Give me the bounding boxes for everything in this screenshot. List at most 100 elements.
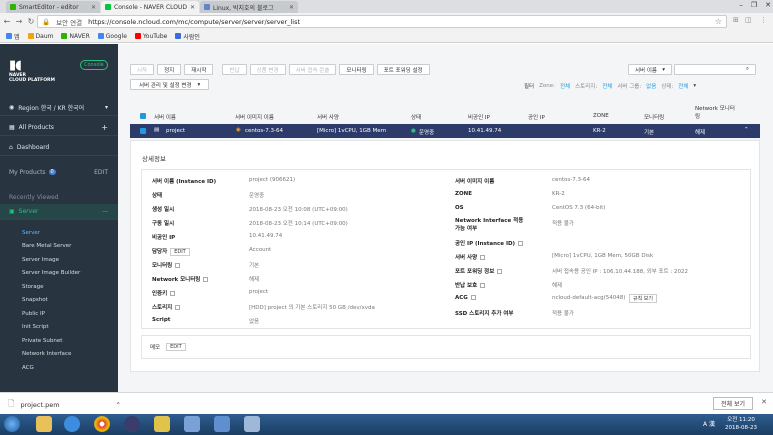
filter-group-value[interactable]: 없음 bbox=[646, 82, 656, 90]
close-icon[interactable]: ✕ bbox=[286, 4, 294, 11]
all-products[interactable]: ▦ All Products + bbox=[0, 120, 118, 136]
col-private-ip[interactable]: 비공인 IP bbox=[468, 113, 490, 121]
extension-icon[interactable]: ◫ bbox=[745, 16, 752, 24]
menu-icon[interactable]: ⋮ bbox=[760, 16, 767, 24]
bookmark-daum[interactable]: Daum bbox=[27, 33, 53, 40]
sidebar-item-server[interactable]: Server bbox=[22, 230, 40, 236]
col-status[interactable]: 상태 bbox=[411, 113, 421, 121]
row-checkbox[interactable] bbox=[140, 128, 146, 134]
bookmark-google[interactable]: Google bbox=[97, 33, 127, 40]
bookmark-saramin[interactable]: 사람인 bbox=[175, 32, 200, 41]
forward-icon[interactable]: → bbox=[14, 17, 24, 26]
dashboard-label: Dashboard bbox=[16, 144, 50, 151]
bookmark-naver[interactable]: NAVER bbox=[61, 33, 90, 40]
sidebar-item-acg[interactable]: ACG bbox=[22, 365, 34, 371]
sidebar-item-private-subnet[interactable]: Private Subnet bbox=[22, 338, 62, 344]
start-button-icon[interactable] bbox=[4, 416, 20, 432]
sidebar-item-server-section[interactable]: ▣ Server — bbox=[0, 204, 118, 220]
server-console-button[interactable]: 서버 접속 콘솔 bbox=[288, 64, 337, 75]
chrome-icon[interactable] bbox=[94, 416, 110, 432]
search-input[interactable]: ⌕ bbox=[674, 64, 756, 75]
ime-indicator[interactable]: A 漢 bbox=[703, 419, 715, 428]
col-spec[interactable]: 서버 사양 bbox=[317, 113, 339, 121]
stop-button[interactable]: 정지 bbox=[157, 64, 182, 75]
memo-edit-button[interactable]: EDIT bbox=[166, 343, 186, 351]
tab-smarteditor[interactable]: SmartEditor - editor ✕ bbox=[6, 1, 100, 13]
chevron-up-icon[interactable]: ⌃ bbox=[744, 127, 749, 133]
ie-icon[interactable] bbox=[64, 416, 80, 432]
sidebar-item-network-interface[interactable]: Network Interface bbox=[22, 351, 71, 357]
app-icon[interactable] bbox=[214, 416, 230, 432]
col-monitoring[interactable]: 모니터링 bbox=[644, 113, 664, 121]
back-icon[interactable]: ← bbox=[2, 17, 12, 26]
bookmark-star-icon[interactable]: ☆ bbox=[715, 17, 722, 26]
settings-icon[interactable] bbox=[497, 269, 503, 274]
settings-icon[interactable] bbox=[480, 255, 486, 260]
owner-edit-button[interactable]: EDIT bbox=[170, 248, 190, 256]
sidebar-item-init-script[interactable]: Init Script bbox=[22, 324, 49, 330]
settings-icon[interactable] bbox=[470, 295, 476, 300]
monitoring-button[interactable]: 모니터링 bbox=[339, 64, 374, 75]
settings-icon[interactable] bbox=[480, 283, 486, 288]
change-product-button[interactable]: 상품 변경 bbox=[249, 64, 286, 75]
sidebar-item-public-ip[interactable]: Public IP bbox=[22, 311, 45, 317]
tab-blog[interactable]: Linux, 박지호의 블로그 ✕ bbox=[200, 1, 298, 13]
col-image-name[interactable]: 서버 이미지 이름 bbox=[235, 113, 274, 121]
close-icon[interactable]: ✕ bbox=[88, 4, 96, 11]
start-button[interactable]: 시작 bbox=[130, 64, 155, 75]
sidebar-item-server-image[interactable]: Server Image bbox=[22, 257, 59, 263]
ncloud-logo[interactable]: ▮◖ NAVER CLOUD PLATFORM bbox=[9, 58, 55, 83]
restart-button[interactable]: 재시작 bbox=[184, 64, 214, 75]
port-forwarding-button[interactable]: 포트 포워딩 설정 bbox=[376, 64, 430, 75]
col-public-ip[interactable]: 공인 IP bbox=[528, 113, 545, 121]
sidebar-item-storage[interactable]: Storage bbox=[22, 284, 44, 290]
filter-status-value[interactable]: 전체 bbox=[678, 82, 688, 90]
sidebar-item-bare-metal-server[interactable]: Bare Metal Server bbox=[22, 243, 71, 249]
explorer-icon[interactable] bbox=[36, 416, 52, 432]
filter-zone-value[interactable]: 전체 bbox=[560, 82, 570, 90]
sidebar-item-snapshot[interactable]: Snapshot bbox=[22, 297, 48, 303]
bookmark-youtube[interactable]: YouTube bbox=[134, 33, 167, 40]
select-all-checkbox[interactable] bbox=[140, 113, 146, 119]
caret-down-icon[interactable]: ▾ bbox=[693, 83, 696, 89]
system-clock[interactable]: 오전 11:20 2018-08-23 bbox=[725, 416, 757, 432]
return-button[interactable]: 반납 bbox=[222, 64, 247, 75]
my-products[interactable]: My Products 0 EDIT bbox=[0, 164, 118, 180]
bookmark-apps[interactable]: 앱 bbox=[6, 32, 20, 41]
col-zone[interactable]: ZONE bbox=[593, 113, 609, 119]
close-icon[interactable]: ✕ bbox=[761, 398, 767, 406]
reload-icon[interactable]: ↻ bbox=[26, 17, 36, 26]
extension-icon[interactable]: ⊞ bbox=[733, 16, 739, 24]
filter-label[interactable]: 필터 bbox=[524, 82, 534, 90]
show-all-downloads-button[interactable]: 전체 보기 bbox=[713, 397, 753, 410]
col-net-monitoring[interactable]: Network 모니터링 bbox=[695, 105, 735, 121]
app-icon[interactable] bbox=[184, 416, 200, 432]
settings-icon[interactable] bbox=[203, 277, 209, 282]
settings-icon[interactable] bbox=[518, 241, 524, 246]
app-icon[interactable] bbox=[154, 416, 170, 432]
tab-console[interactable]: Console - NAVER CLOUD ✕ bbox=[101, 1, 199, 13]
settings-icon[interactable] bbox=[170, 291, 176, 296]
settings-icon[interactable] bbox=[175, 305, 181, 310]
app-icon[interactable] bbox=[244, 416, 260, 432]
sidebar-item-server-image-builder[interactable]: Server Image Builder bbox=[22, 270, 80, 276]
minimize-icon[interactable]: – bbox=[739, 1, 743, 9]
url-bar[interactable]: 🔒 보안 연결 https://console.ncloud.com/mc/co… bbox=[37, 15, 727, 28]
dashboard-link[interactable]: ⌂ Dashboard bbox=[0, 140, 118, 156]
close-icon[interactable]: ✕ bbox=[187, 4, 195, 11]
settings-icon[interactable] bbox=[175, 263, 181, 268]
app-icon[interactable] bbox=[124, 416, 140, 432]
edit-link[interactable]: EDIT bbox=[94, 169, 108, 176]
chevron-up-icon[interactable]: ⌃ bbox=[116, 401, 121, 409]
maximize-icon[interactable]: ❐ bbox=[751, 1, 757, 9]
view-rules-button[interactable]: 규칙 보기 bbox=[629, 294, 657, 303]
close-window-icon[interactable]: ✕ bbox=[765, 1, 771, 9]
table-row[interactable]: ▤ project ◉ centos-7.3-64 [Micro] 1vCPU,… bbox=[130, 124, 760, 138]
region-selector[interactable]: ◉ Region 한국 / KR 한국어 ▾ bbox=[0, 100, 118, 116]
browser-tab-bar: SmartEditor - editor ✕ Console - NAVER C… bbox=[0, 0, 773, 13]
search-field-select[interactable]: 서버 이름 ▾ bbox=[628, 64, 672, 75]
download-item[interactable]: 🗋 project.pem ⌃ bbox=[8, 398, 121, 412]
col-server-name[interactable]: 서버 이름 bbox=[154, 113, 176, 121]
filter-storage-value[interactable]: 전체 bbox=[602, 82, 612, 90]
server-manage-dropdown[interactable]: 서버 관리 및 설정 변경 ▾ bbox=[130, 79, 210, 90]
